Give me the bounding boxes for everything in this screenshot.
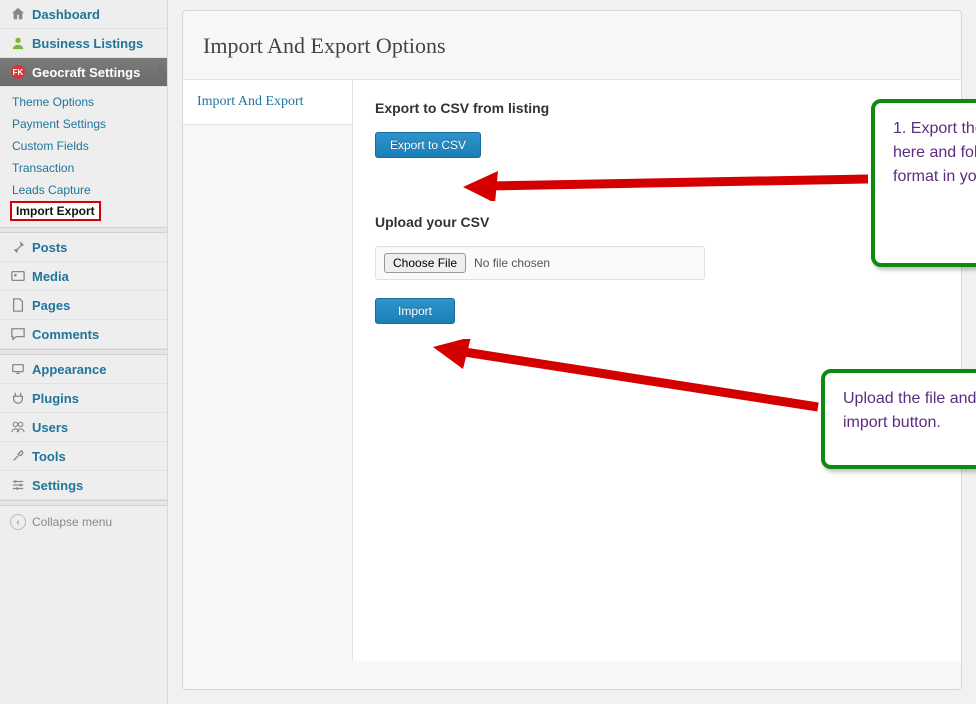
sidebar-plugins[interactable]: Plugins bbox=[0, 384, 167, 413]
chevron-left-icon: ‹ bbox=[10, 514, 26, 530]
file-status-text: No file chosen bbox=[474, 256, 550, 270]
sidebar-label: Settings bbox=[32, 478, 83, 493]
sidebar-label: Posts bbox=[32, 240, 67, 255]
choose-file-button[interactable]: Choose File bbox=[384, 253, 466, 273]
sidebar-business-listings[interactable]: Business Listings bbox=[0, 29, 167, 58]
collapse-menu[interactable]: ‹ Collapse menu bbox=[0, 506, 167, 538]
sidebar-label: Media bbox=[32, 269, 69, 284]
geocraft-submenu: Theme Options Payment Settings Custom Fi… bbox=[0, 87, 167, 227]
sidebar-label: Tools bbox=[32, 449, 66, 464]
upload-section-label: Upload your CSV bbox=[375, 214, 939, 230]
sidebar-label: Geocraft Settings bbox=[32, 65, 140, 80]
page-title: Import And Export Options bbox=[183, 11, 961, 79]
sub-leads-capture[interactable]: Leads Capture bbox=[10, 179, 167, 201]
plug-icon bbox=[10, 390, 26, 406]
sidebar-users[interactable]: Users bbox=[0, 413, 167, 442]
sub-transaction[interactable]: Transaction bbox=[10, 157, 167, 179]
sidebar-posts[interactable]: Posts bbox=[0, 233, 167, 262]
settings-panel: Import And Export Options Import And Exp… bbox=[182, 10, 962, 690]
admin-sidebar: Dashboard Business Listings FK Geocraft … bbox=[0, 0, 168, 704]
brand-icon: FK bbox=[10, 64, 26, 80]
sidebar-label: Plugins bbox=[32, 391, 79, 406]
home-icon bbox=[10, 6, 26, 22]
tab-column: Import And Export bbox=[183, 80, 353, 661]
sidebar-label: Business Listings bbox=[32, 36, 143, 51]
export-section-label: Export to CSV from listing bbox=[375, 100, 939, 116]
sidebar-dashboard[interactable]: Dashboard bbox=[0, 0, 167, 29]
import-button[interactable]: Import bbox=[375, 298, 455, 324]
annotation-callout-import: Upload the file and click on import butt… bbox=[821, 369, 976, 469]
sidebar-label: Users bbox=[32, 420, 68, 435]
sub-payment-settings[interactable]: Payment Settings bbox=[10, 113, 167, 135]
sidebar-label: Pages bbox=[32, 298, 70, 313]
sub-theme-options[interactable]: Theme Options bbox=[10, 91, 167, 113]
sidebar-comments[interactable]: Comments bbox=[0, 320, 167, 349]
sidebar-tools[interactable]: Tools bbox=[0, 442, 167, 471]
annotation-callout-export: 1. Export the CSV from here and follow t… bbox=[871, 99, 976, 267]
pin-icon bbox=[10, 239, 26, 255]
users-icon bbox=[10, 419, 26, 435]
sliders-icon bbox=[10, 477, 26, 493]
sub-import-export[interactable]: Import Export bbox=[10, 201, 101, 221]
sidebar-label: Comments bbox=[32, 327, 99, 342]
media-icon bbox=[10, 268, 26, 284]
person-icon bbox=[10, 35, 26, 51]
sidebar-geocraft-settings[interactable]: FK Geocraft Settings bbox=[0, 58, 167, 87]
sidebar-label: Appearance bbox=[32, 362, 106, 377]
sidebar-appearance[interactable]: Appearance bbox=[0, 355, 167, 384]
sidebar-settings[interactable]: Settings bbox=[0, 471, 167, 500]
sub-custom-fields[interactable]: Custom Fields bbox=[10, 135, 167, 157]
collapse-label: Collapse menu bbox=[32, 515, 112, 529]
file-input-row: Choose File No file chosen bbox=[375, 246, 705, 280]
sidebar-label: Dashboard bbox=[32, 7, 100, 22]
sidebar-media[interactable]: Media bbox=[0, 262, 167, 291]
comment-icon bbox=[10, 326, 26, 342]
main-area: Import And Export Options Import And Exp… bbox=[168, 0, 976, 704]
appearance-icon bbox=[10, 361, 26, 377]
tools-icon bbox=[10, 448, 26, 464]
page-icon bbox=[10, 297, 26, 313]
export-csv-button[interactable]: Export to CSV bbox=[375, 132, 481, 158]
tab-import-export[interactable]: Import And Export bbox=[183, 80, 352, 125]
sidebar-pages[interactable]: Pages bbox=[0, 291, 167, 320]
